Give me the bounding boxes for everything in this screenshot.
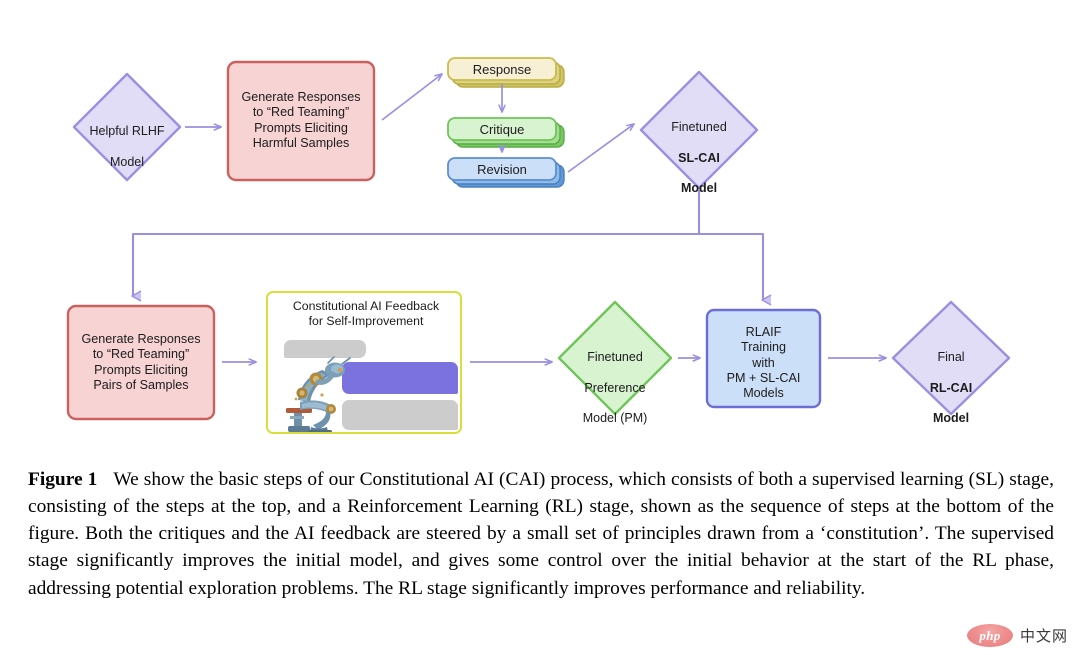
node-helpful-rlhf-model	[72, 72, 182, 182]
diagram-canvas	[66, 57, 1011, 421]
watermark-site-text: 中文网	[1019, 628, 1068, 645]
caption-label: Figure 1	[28, 469, 98, 490]
figure-diagram: Helpful RLHF Model Generate Responses to…	[0, 0, 1080, 450]
arrow-generate-to-response	[381, 74, 442, 121]
node-rl-cai-model	[891, 300, 1011, 416]
node-response-card	[447, 57, 565, 88]
figure-caption: Figure 1 We show the basic steps of our C…	[28, 466, 1054, 602]
node-revision-card	[447, 157, 565, 188]
node-generate-pairs-responses	[66, 304, 216, 421]
watermark: php 中文网	[966, 624, 1068, 647]
feedback-panel-title: Constitutional AI Feedback for Self-Impr…	[292, 299, 440, 329]
node-critique-card	[447, 117, 565, 148]
node-constitutional-ai-feedback-panel: Constitutional AI Feedback for Self-Impr…	[266, 291, 462, 434]
php-logo-icon: php	[966, 624, 1013, 647]
chat-bubble-purple	[342, 362, 458, 394]
node-generate-harmful-responses	[226, 60, 376, 182]
arrow-revision-to-slcai	[567, 124, 634, 173]
caption-body: We show the basic steps of our Constitut…	[28, 469, 1054, 599]
node-rlaif-training	[705, 308, 822, 409]
arrow-slcai-branch	[131, 190, 772, 306]
thinker-robot-icon	[286, 356, 351, 432]
chat-bubble-gray-bottom	[342, 400, 458, 430]
node-sl-cai-model	[639, 70, 759, 190]
node-preference-model	[557, 300, 673, 416]
